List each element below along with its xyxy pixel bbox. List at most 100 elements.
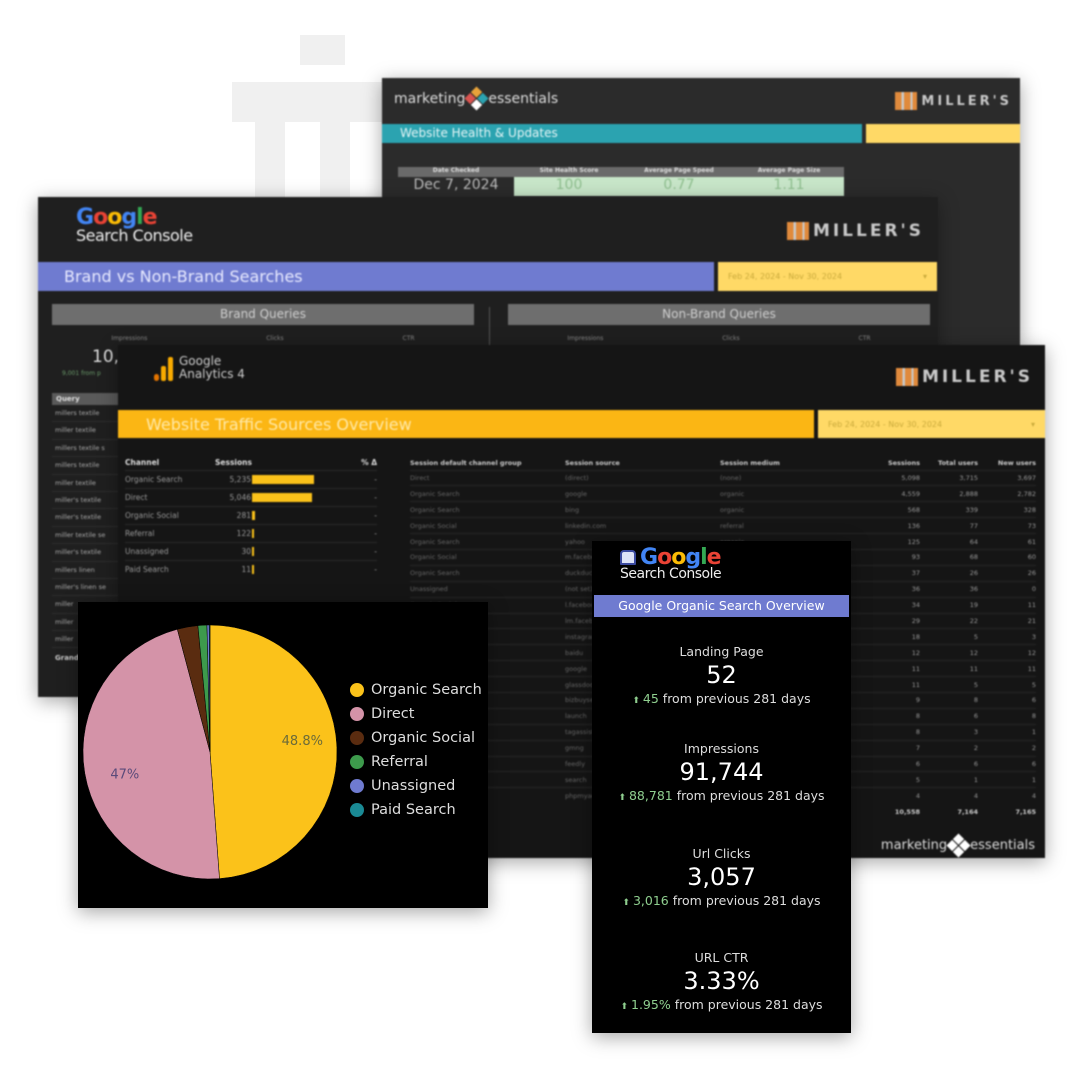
metric-comparison: ⬆ 3,016 from previous 281 days [592,893,851,908]
date-checked-value: Dec 7, 2024 [413,177,499,193]
date-range-picker[interactable]: Feb 24, 2024 - Nov 30, 2024 ▾ [818,410,1045,438]
query-row: millers textile [52,405,122,423]
table-cell: organic [720,505,745,514]
search-console-logo: Google Search Console [620,545,722,582]
table-cell: 36 [911,585,920,594]
channel-name: Organic Social [125,510,179,520]
table-cell: 12 [911,648,920,657]
channel-row[interactable]: Organic Social 281 - [125,506,377,524]
metric-delta-suffix: from previous 281 days [672,893,821,908]
logo-text: MILLER'S [921,367,1033,387]
millers-icon [786,222,809,240]
channel-row[interactable]: Organic Search 5,235 - [125,470,377,488]
metric-scorecard: Impressions 91,744 ⬆ 88,781 from previous 2… [592,741,851,803]
sessions-value: 30 [241,546,251,556]
legend-label: Organic Search [371,682,482,698]
metric-delta: 3,016 [632,893,669,908]
metric-label: Url Clicks [692,846,751,861]
table-row[interactable]: Organic Search google organic 4,559 2,888 2,7… [410,485,1036,502]
legend-label: Unassigned [371,778,456,794]
legend-item[interactable]: Direct [350,702,482,726]
table-cell: 11 [1027,601,1036,610]
sessions-bar [252,528,254,538]
channel-table: Channel Sessions % Δ Organic Search 5,235… [125,456,377,578]
table-row[interactable]: Organic Social linkedin.com referral 136 77 7… [410,517,1036,534]
table-cell: Unassigned [410,585,448,594]
channel-row[interactable]: Unassigned 30 - [125,542,377,560]
sessions-cell: 30 [215,542,357,560]
marketing-essentials-logo: marketing essentials [394,86,558,111]
legend-label: Organic Social [371,730,475,746]
brand-text: marketing [880,838,948,853]
channel-row[interactable]: Paid Search 11 - [125,560,377,578]
column-header: Date Checked [432,167,480,174]
table-cell: 0 [1031,585,1036,594]
legend-item[interactable]: Organic Search [350,678,482,702]
sessions-value: 281 [236,510,251,520]
legend-item[interactable]: Organic Social [350,726,482,750]
analytics-logo: Google Analytics 4 [154,355,245,381]
column-header: Total users [938,458,978,467]
table-cell: 11 [1027,664,1036,673]
metric-delta: 88,781 [628,788,673,803]
query-row: miller textile [52,422,122,440]
logo-product-text: Search Console [76,226,193,245]
chart-legend: Organic Search Direct Organic Social Referr… [350,678,482,822]
brand-text: essentials [970,838,1035,853]
legend-label: Paid Search [371,802,456,818]
legend-item[interactable]: Referral [350,750,482,774]
table-cell: 64 [969,537,978,546]
date-range-picker[interactable]: Feb 24, 2024 - Nov 30, 2024 ▾ [718,262,937,291]
legend-item[interactable]: Paid Search [350,798,482,822]
column-header: Site Health Score [539,167,599,174]
pie-data-label: 48.8% [282,734,323,749]
page-size-value: 1.11 [773,177,805,193]
metric-label: URL CTR [694,950,749,965]
accent-bar [866,124,1020,143]
channel-row[interactable]: Direct 5,046 - [125,488,377,506]
table-cell: Organic Search [410,569,460,578]
sessions-bar [252,510,256,520]
table-cell: 12 [1027,648,1036,657]
total-new-users: 7,165 [1015,807,1036,816]
channel-name: Organic Search [125,474,183,484]
table-row[interactable]: Direct (direct) (none) 5,098 3,715 3,697 [410,470,1036,486]
table-cell: organic [720,489,745,498]
table-cell: 5 [915,775,920,784]
table-cell: bing [565,505,580,514]
query-row: miller's linen se [52,579,122,597]
channel-row[interactable]: Referral 122 - [125,524,377,542]
column-header: % Δ [361,458,377,468]
brand-queries-header: Brand Queries [52,304,474,325]
table-cell: 26 [1027,569,1036,578]
legend-label: Direct [371,706,415,722]
table-cell: 68 [969,553,978,562]
table-cell: 5 [973,632,978,641]
arrow-up-icon: ⬆ [622,898,630,908]
table-cell: 8 [973,696,978,705]
table-cell: (none) [720,473,742,482]
query-row: miller's textile [52,492,122,510]
metric-label: Landing Page [679,644,764,659]
background-logo-shape [232,82,382,122]
background-logo-shape [320,122,350,202]
column-header: Session source [565,458,620,467]
metric-scorecard: URL CTR 3.33% ⬆ 1.95% from previous 281 day… [592,950,851,1012]
sessions-cell: 5,046 [215,488,357,506]
sessions-value: 122 [236,528,251,538]
metric-delta-suffix: from previous 281 days [662,691,811,706]
column-header: Channel [125,458,160,468]
table-cell: 3,715 [959,473,978,482]
table-cell: 3,697 [1017,473,1036,482]
sessions-value: 5,046 [229,492,251,502]
table-cell: 8 [915,712,920,721]
query-row: millers linen [52,562,122,579]
pie-slice-organic-search[interactable] [209,624,338,879]
channel-name: Direct [125,492,148,502]
metric-label: Impressions [567,335,604,342]
legend-item[interactable]: Unassigned [350,774,482,798]
table-cell: 11 [969,664,978,673]
column-header: Average Page Size [757,167,821,174]
table-row[interactable]: Organic Search bing organic 568 339 328 [410,501,1036,518]
table-cell: 5 [1031,680,1036,689]
